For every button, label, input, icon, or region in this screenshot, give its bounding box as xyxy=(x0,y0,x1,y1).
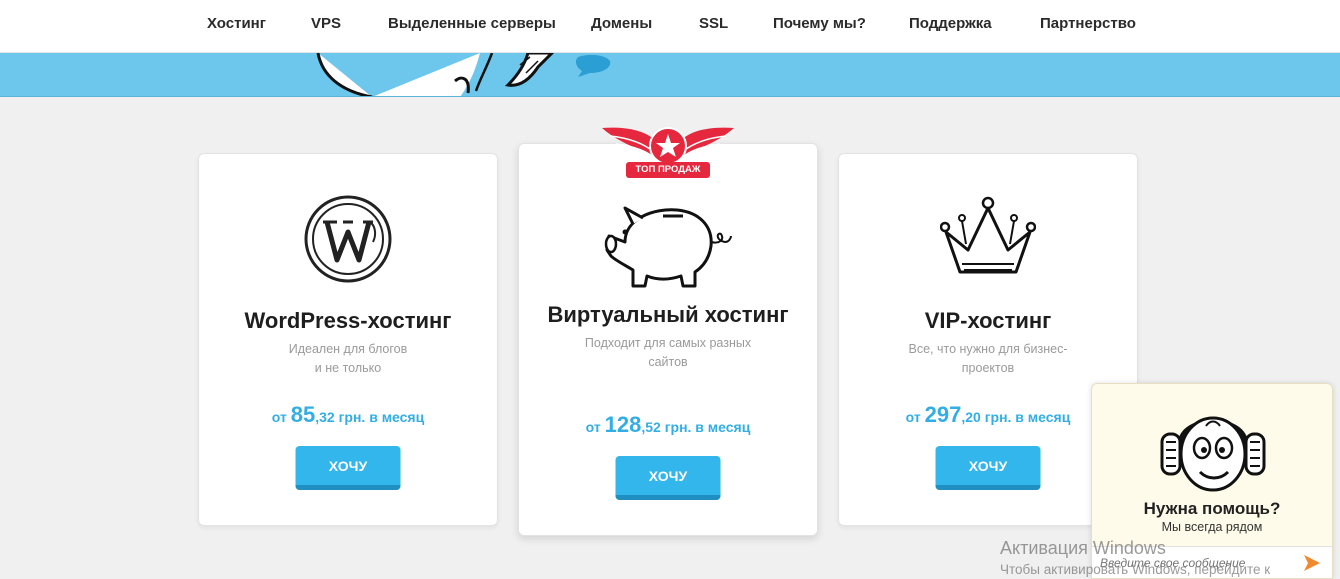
chat-title: Нужна помощь? xyxy=(1143,499,1281,518)
plan-description-line: проектов xyxy=(961,361,1015,375)
send-arrow-icon[interactable] xyxy=(1302,553,1322,573)
nav-item-hosting[interactable]: Хостинг xyxy=(207,15,266,32)
wordpress-icon xyxy=(303,194,393,284)
plan-card-virtual-hosting: ТОП ПРОДАЖ Виртуальный хостинг Подходит … xyxy=(518,127,818,536)
support-chat-widget[interactable]: Нужна помощь? Мы всегда рядом xyxy=(1091,383,1333,579)
chat-subtitle: Мы всегда рядом xyxy=(1161,520,1263,534)
headphones-mascot-icon xyxy=(1158,400,1268,496)
price-period: грн. в месяц xyxy=(338,409,425,425)
top-navigation: Хостинг VPS Выделенные серверы Домены SS… xyxy=(0,0,1340,53)
plan-description-line: сайтов xyxy=(648,355,688,369)
price-prefix: от xyxy=(271,409,287,425)
plan-description-line: Идеален для блогов xyxy=(288,342,408,356)
price-decimal: ,32 xyxy=(315,409,335,425)
nav-item-domains[interactable]: Домены xyxy=(591,15,652,32)
plan-title: Виртуальный хостинг xyxy=(547,302,789,327)
want-button[interactable]: ХОЧУ xyxy=(615,456,721,500)
price-integer: 85 xyxy=(290,402,316,427)
plan-card-wordpress: WordPress-хостинг Идеален для блогов и н… xyxy=(198,153,498,526)
price-period: грн. в месяц xyxy=(984,409,1071,425)
price-prefix: от xyxy=(905,409,921,425)
crown-icon xyxy=(939,194,1037,276)
nav-menu: Хостинг VPS Выделенные серверы Домены SS… xyxy=(0,0,1340,53)
plan-title: WordPress-хостинг xyxy=(244,308,452,333)
plan-description: Все, что нужно для бизнес- проектов xyxy=(899,340,1077,378)
chat-message-input[interactable] xyxy=(1100,553,1290,573)
plan-description: Идеален для блогов и не только xyxy=(259,340,437,378)
plan-description: Подходит для самых разных сайтов xyxy=(579,334,757,372)
plan-description-line: Все, что нужно для бизнес- xyxy=(908,342,1068,356)
cartoon-illustration xyxy=(316,53,611,96)
piggy-bank-icon xyxy=(603,202,733,290)
plan-price: от 85,32 грн. в месяц xyxy=(199,402,497,428)
nav-item-ssl[interactable]: SSL xyxy=(699,15,728,32)
want-button[interactable]: ХОЧУ xyxy=(935,446,1041,490)
price-decimal: ,52 xyxy=(641,419,661,435)
nav-item-partnership[interactable]: Партнерство xyxy=(1040,15,1136,32)
nav-item-why-us[interactable]: Почему мы? xyxy=(773,15,866,32)
price-period: грн. в месяц xyxy=(664,419,751,435)
price-integer: 297 xyxy=(924,402,962,427)
plan-description-line: и не только xyxy=(314,361,382,375)
nav-item-dedicated-servers[interactable]: Выделенные серверы xyxy=(388,15,556,32)
nav-item-support[interactable]: Поддержка xyxy=(909,15,992,32)
plan-title: VIP-хостинг xyxy=(924,308,1052,333)
plan-price: от 128,52 грн. в месяц xyxy=(519,412,817,438)
chat-input-bar xyxy=(1092,546,1332,578)
hero-banner xyxy=(0,53,1340,97)
price-prefix: от xyxy=(585,419,601,435)
price-integer: 128 xyxy=(604,412,642,437)
nav-item-vps[interactable]: VPS xyxy=(311,15,341,32)
badge-label: ТОП ПРОДАЖ xyxy=(635,164,701,175)
price-decimal: ,20 xyxy=(961,409,981,425)
want-button[interactable]: ХОЧУ xyxy=(295,446,401,490)
top-sales-badge: ТОП ПРОДАЖ xyxy=(600,122,736,182)
plan-description-line: Подходит для самых разных xyxy=(584,336,752,350)
